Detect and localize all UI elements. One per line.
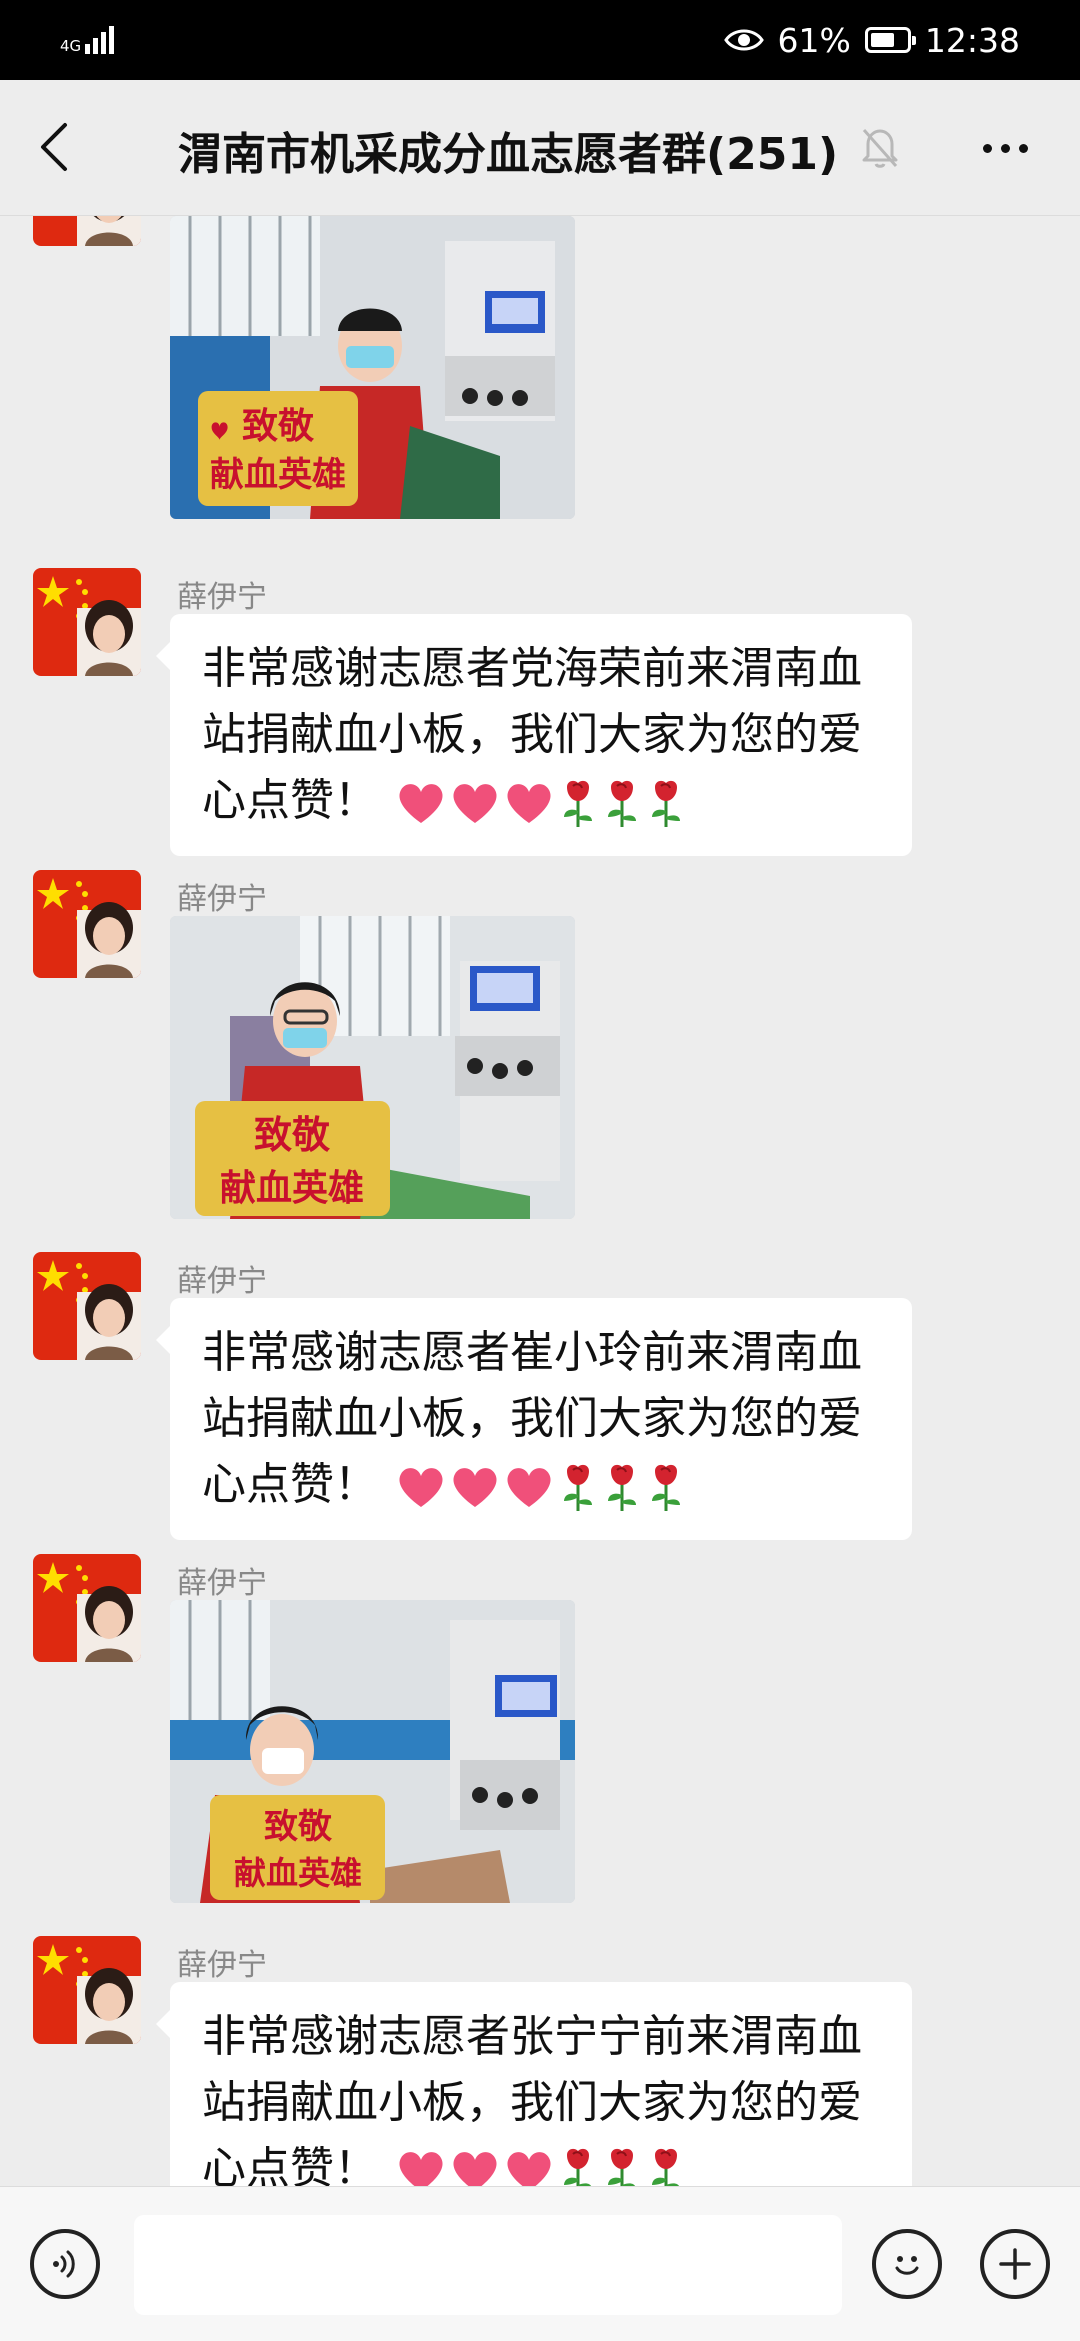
- message-line: 非常感谢志愿者崔小玲前来渭南血: [202, 1327, 862, 1378]
- more-functions-button[interactable]: [980, 2229, 1050, 2299]
- heart-icon: [399, 2152, 443, 2186]
- emoji-row: [392, 2143, 686, 2186]
- avatar[interactable]: [33, 1936, 141, 2044]
- sender-name: 薛伊宁: [177, 1948, 267, 1983]
- rose-icon: [652, 780, 680, 827]
- rose-icon: [564, 2148, 592, 2186]
- dot-icon: [1000, 143, 1010, 153]
- chat-title: 渭南市机采成分血志愿者群(251): [178, 129, 839, 180]
- avatar-flag-portrait-icon: [33, 216, 141, 246]
- avatar[interactable]: [33, 568, 141, 676]
- status-bar: 4G 61% 12:38: [0, 0, 1080, 80]
- back-button[interactable]: [24, 112, 84, 182]
- voice-input-button[interactable]: [30, 2229, 100, 2299]
- avatar[interactable]: [33, 1554, 141, 1662]
- heart-icon: [399, 1468, 443, 1507]
- blood-donor-photo: 致敬 献血英雄: [170, 1600, 575, 1903]
- message-line-last: 心点赞！: [202, 2136, 880, 2186]
- mute-bell-icon: [862, 129, 898, 168]
- chevron-left-icon: [41, 123, 67, 171]
- sign-line-1: 致敬: [264, 1807, 333, 1847]
- heart-icon: [399, 784, 443, 823]
- rose-icon: [608, 780, 636, 827]
- sender-name: 薛伊宁: [177, 580, 267, 615]
- message-photo[interactable]: 致敬 献血英雄: [170, 216, 575, 519]
- rose-icon: [564, 780, 592, 827]
- sign-line-2: 献血英雄: [210, 455, 346, 495]
- emoji-button[interactable]: [872, 2229, 942, 2299]
- dot-icon: [982, 143, 992, 153]
- avatar-flag-portrait-icon: [33, 1554, 141, 1662]
- blood-donor-photo: 致敬 献血英雄: [170, 216, 575, 519]
- message-line: 站捐献血小板，我们大家为您的爱: [202, 1393, 862, 1444]
- dot-icon: [1018, 143, 1028, 153]
- heart-icon: [453, 2152, 497, 2186]
- avatar-flag-portrait-icon: [33, 1936, 141, 2044]
- battery-icon: [864, 27, 916, 53]
- clock: 12:38: [924, 20, 1020, 60]
- message-line: 心点赞！: [202, 2143, 378, 2186]
- message-line: 非常感谢志愿者张宁宁前来渭南血: [202, 2011, 862, 2062]
- avatar-flag-portrait-icon: [33, 1252, 141, 1360]
- avatar-flag-portrait-icon: [33, 568, 141, 676]
- avatar[interactable]: [33, 1252, 141, 1360]
- chat-header: 渭南市机采成分血志愿者群(251): [0, 80, 1080, 216]
- heart-icon: [453, 784, 497, 823]
- more-options-button[interactable]: [970, 120, 1040, 176]
- smiley-icon: [895, 2256, 919, 2275]
- message-line: 站捐献血小板，我们大家为您的爱: [202, 2077, 862, 2128]
- rose-icon: [608, 2148, 636, 2186]
- blood-donor-photo: 致敬 献血英雄: [170, 916, 575, 1219]
- avatar-flag-portrait-icon: [33, 870, 141, 978]
- sign-line-1: 致敬: [242, 406, 315, 447]
- emoji-row: [392, 775, 686, 827]
- rose-icon: [564, 1464, 592, 1511]
- sender-name: 薛伊宁: [177, 1264, 267, 1299]
- emoji-row: [392, 1459, 686, 1511]
- signal-indicator: 4G: [60, 20, 115, 55]
- message-line: 非常感谢志愿者党海荣前来渭南血: [202, 643, 862, 694]
- message-line-last: 心点赞！: [202, 768, 880, 834]
- message-list[interactable]: 致敬 献血英雄 薛伊宁 非常感谢志愿者党海荣前来渭南血 站捐献血小板，我们大家为…: [0, 216, 1080, 2186]
- network-type: 4G: [60, 37, 82, 55]
- sender-name: 薛伊宁: [177, 882, 267, 917]
- rose-icon: [652, 1464, 680, 1511]
- sign-line-1: 致敬: [254, 1113, 331, 1157]
- heart-icon: [507, 784, 551, 823]
- message-photo[interactable]: 致敬 献血英雄: [170, 916, 575, 1219]
- input-bar: [0, 2186, 1080, 2341]
- signal-bars-icon: [85, 20, 115, 54]
- sign-line-2: 献血英雄: [234, 1854, 362, 1892]
- message-line-last: 心点赞！: [202, 1452, 880, 1518]
- heart-icon: [453, 1468, 497, 1507]
- heart-icon: [507, 1468, 551, 1507]
- message-line: 心点赞！: [202, 1459, 378, 1510]
- plus-icon: [999, 2248, 1031, 2280]
- sender-name: 薛伊宁: [177, 1566, 267, 1601]
- message-input[interactable]: [134, 2215, 842, 2315]
- avatar[interactable]: [33, 870, 141, 978]
- message-photo[interactable]: 致敬 献血英雄: [170, 1600, 575, 1903]
- message-line: 站捐献血小板，我们大家为您的爱: [202, 709, 862, 760]
- message-line: 心点赞！: [202, 775, 378, 826]
- battery-percent: 61%: [777, 20, 851, 60]
- avatar[interactable]: [33, 216, 141, 246]
- rose-icon: [608, 1464, 636, 1511]
- heart-icon: [507, 2152, 551, 2186]
- text-bubble[interactable]: 非常感谢志愿者崔小玲前来渭南血 站捐献血小板，我们大家为您的爱 心点赞！: [156, 1298, 912, 1540]
- text-bubble[interactable]: 非常感谢志愿者党海荣前来渭南血 站捐献血小板，我们大家为您的爱 心点赞！: [156, 614, 912, 856]
- eye-icon: [723, 29, 764, 51]
- rose-icon: [652, 2148, 680, 2186]
- sign-line-2: 献血英雄: [220, 1168, 364, 1209]
- voice-icon: [53, 2250, 75, 2278]
- text-bubble[interactable]: 非常感谢志愿者张宁宁前来渭南血 站捐献血小板，我们大家为您的爱 心点赞！: [156, 1982, 912, 2186]
